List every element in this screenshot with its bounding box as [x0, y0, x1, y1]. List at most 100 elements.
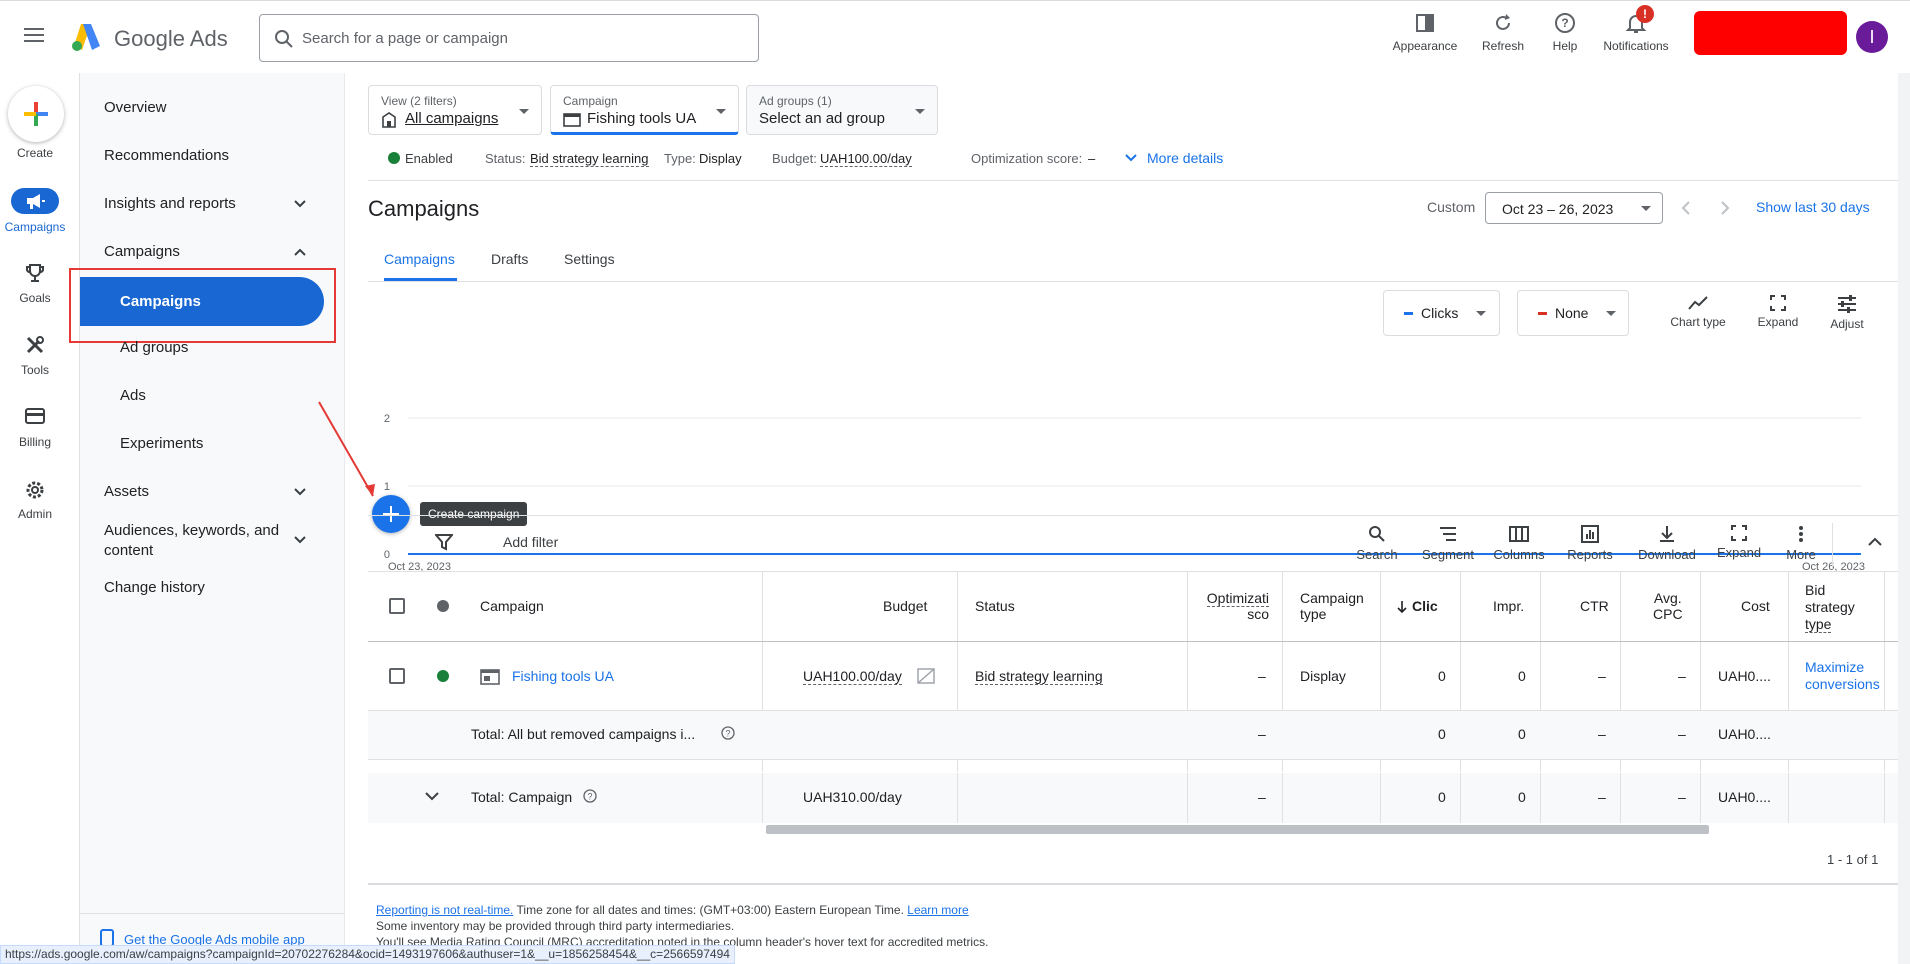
metric2-dropdown[interactable]: None	[1517, 290, 1629, 336]
nav-campaigns-active[interactable]: Campaigns	[80, 277, 324, 326]
sort-arrow-down-icon[interactable]	[1396, 600, 1408, 614]
row-status[interactable]: Bid strategy learning	[975, 668, 1103, 685]
chevron-down-icon[interactable]	[292, 532, 308, 548]
columns-button[interactable]: Columns	[1487, 525, 1551, 562]
more-details-link[interactable]: More details	[1147, 150, 1223, 166]
filter-icon[interactable]	[435, 533, 453, 551]
chevron-down-icon[interactable]	[1124, 152, 1138, 164]
table-row[interactable]: Fishing tools UA UAH100.00/day Bid strat…	[368, 642, 1910, 710]
header-status[interactable]: Status	[975, 598, 1015, 614]
help-icon[interactable]: ?	[583, 789, 597, 803]
chart-adjust-button[interactable]: Adjust	[1819, 295, 1875, 331]
date-range-picker[interactable]: Oct 23 – 26, 2023	[1485, 192, 1663, 224]
chart-type-button[interactable]: Chart type	[1662, 295, 1734, 329]
header-avg-cpc[interactable]: Avg. CPC	[1653, 590, 1683, 622]
nav-insights[interactable]: Insights and reports	[104, 195, 236, 212]
header-ctr[interactable]: CTR	[1580, 598, 1609, 614]
tab-campaigns[interactable]: Campaigns	[384, 251, 455, 267]
tab-drafts[interactable]: Drafts	[491, 251, 528, 267]
row-budget[interactable]: UAH100.00/day	[803, 668, 902, 685]
select-all-checkbox[interactable]	[389, 598, 405, 614]
credit-card-icon[interactable]	[25, 407, 45, 425]
column-divider	[1884, 773, 1885, 823]
header-clicks[interactable]: Clic	[1412, 598, 1438, 614]
appearance-button[interactable]: Appearance	[1390, 12, 1460, 53]
learn-more-link[interactable]: Learn more	[907, 903, 968, 917]
notifications-button[interactable]: ! Notifications	[1594, 5, 1678, 53]
chevron-down-icon[interactable]	[292, 484, 308, 500]
help-button[interactable]: ? Help	[1530, 12, 1600, 53]
budget-value[interactable]: UAH100.00/day	[820, 151, 912, 167]
row-divider	[368, 759, 1910, 760]
chevron-right-icon[interactable]	[1718, 199, 1732, 217]
chevron-down-icon[interactable]	[292, 196, 308, 212]
optimization-value: –	[1088, 151, 1096, 166]
nav-experiments[interactable]: Experiments	[120, 435, 203, 452]
nav-audiences[interactable]: Audiences, keywords, and content	[104, 521, 294, 561]
vertical-scrollbar[interactable]	[1898, 73, 1910, 964]
rail-billing-label[interactable]: Billing	[0, 435, 70, 449]
megaphone-icon	[27, 194, 45, 209]
nav-change-history[interactable]: Change history	[104, 579, 205, 596]
header-optimization[interactable]: Optimizati sco	[1205, 590, 1269, 622]
view-filter-dropdown[interactable]: View (2 filters) All campaigns	[368, 85, 542, 135]
collapse-chevron-icon[interactable]	[1867, 535, 1883, 549]
header-budget[interactable]: Budget	[883, 598, 927, 614]
nav-recommendations[interactable]: Recommendations	[104, 147, 229, 164]
tab-settings[interactable]: Settings	[564, 251, 615, 267]
adgroup-filter-dropdown[interactable]: Ad groups (1) Select an ad group	[746, 85, 938, 135]
more-button[interactable]: More	[1769, 525, 1833, 562]
chart-off-icon[interactable]	[917, 668, 935, 684]
campaign-filter-dropdown[interactable]: Campaign Fishing tools UA	[550, 85, 739, 135]
nav-ads[interactable]: Ads	[120, 387, 146, 404]
add-filter-button[interactable]: Add filter	[503, 534, 558, 550]
menu-icon[interactable]	[24, 27, 44, 43]
chevron-left-icon[interactable]	[1679, 199, 1693, 217]
nav-campaigns-group[interactable]: Campaigns	[104, 243, 180, 260]
create-campaign-fab[interactable]	[372, 495, 410, 533]
header-optimization-line2: sco	[1247, 606, 1269, 622]
help-icon[interactable]: ?	[721, 726, 735, 740]
type-value: Display	[699, 151, 742, 166]
download-button[interactable]: Download	[1635, 525, 1699, 562]
campaign-filter-label: Campaign	[563, 94, 618, 108]
nav-overview[interactable]: Overview	[104, 99, 167, 116]
header-campaign[interactable]: Campaign	[480, 598, 544, 614]
horizontal-scrollbar[interactable]	[766, 825, 1709, 834]
segment-button[interactable]: Segment	[1416, 525, 1480, 562]
header-impressions[interactable]: Impr.	[1493, 598, 1524, 614]
status-value[interactable]: Bid strategy learning	[530, 151, 649, 167]
search-input[interactable]: Search for a page or campaign	[259, 14, 759, 62]
metric1-dropdown[interactable]: Clicks	[1383, 290, 1500, 336]
header-cost[interactable]: Cost	[1741, 598, 1770, 614]
refresh-button[interactable]: Refresh	[1468, 12, 1538, 53]
chevron-up-icon[interactable]	[292, 244, 308, 260]
rail-campaigns-button[interactable]	[11, 188, 59, 214]
trophy-icon[interactable]	[25, 263, 45, 283]
chart-expand-button[interactable]: Expand	[1750, 295, 1806, 329]
nav-ad-groups[interactable]: Ad groups	[120, 339, 188, 356]
table-search-button[interactable]: Search	[1345, 525, 1409, 562]
chevron-down-icon[interactable]	[424, 790, 440, 802]
rail-tools-label[interactable]: Tools	[0, 363, 70, 377]
rail-admin-label[interactable]: Admin	[0, 507, 70, 521]
redacted-account-block[interactable]	[1694, 11, 1847, 55]
rail-goals-label[interactable]: Goals	[0, 291, 70, 305]
avatar[interactable]: I	[1856, 21, 1888, 53]
gear-icon[interactable]	[24, 479, 46, 501]
row-campaign-name[interactable]: Fishing tools UA	[512, 668, 614, 684]
nav-assets[interactable]: Assets	[104, 483, 149, 500]
tools-icon[interactable]	[25, 335, 45, 355]
show-last-30-days-link[interactable]: Show last 30 days	[1756, 199, 1870, 215]
svg-text:?: ?	[587, 792, 592, 802]
header-campaign-type[interactable]: Campaign type	[1300, 590, 1364, 622]
row-checkbox[interactable]	[389, 668, 405, 684]
column-divider	[957, 773, 958, 823]
header-bid-strategy[interactable]: Bid strategy type	[1805, 582, 1855, 633]
reports-button[interactable]: Reports	[1558, 525, 1622, 562]
table-expand-button[interactable]: Expand	[1707, 525, 1771, 560]
row-bid-strategy[interactable]: Maximize conversions	[1805, 659, 1880, 693]
rail-campaigns-label[interactable]: Campaigns	[0, 220, 70, 234]
create-button[interactable]	[8, 86, 64, 142]
realtime-link[interactable]: Reporting is not real-time.	[376, 903, 513, 917]
